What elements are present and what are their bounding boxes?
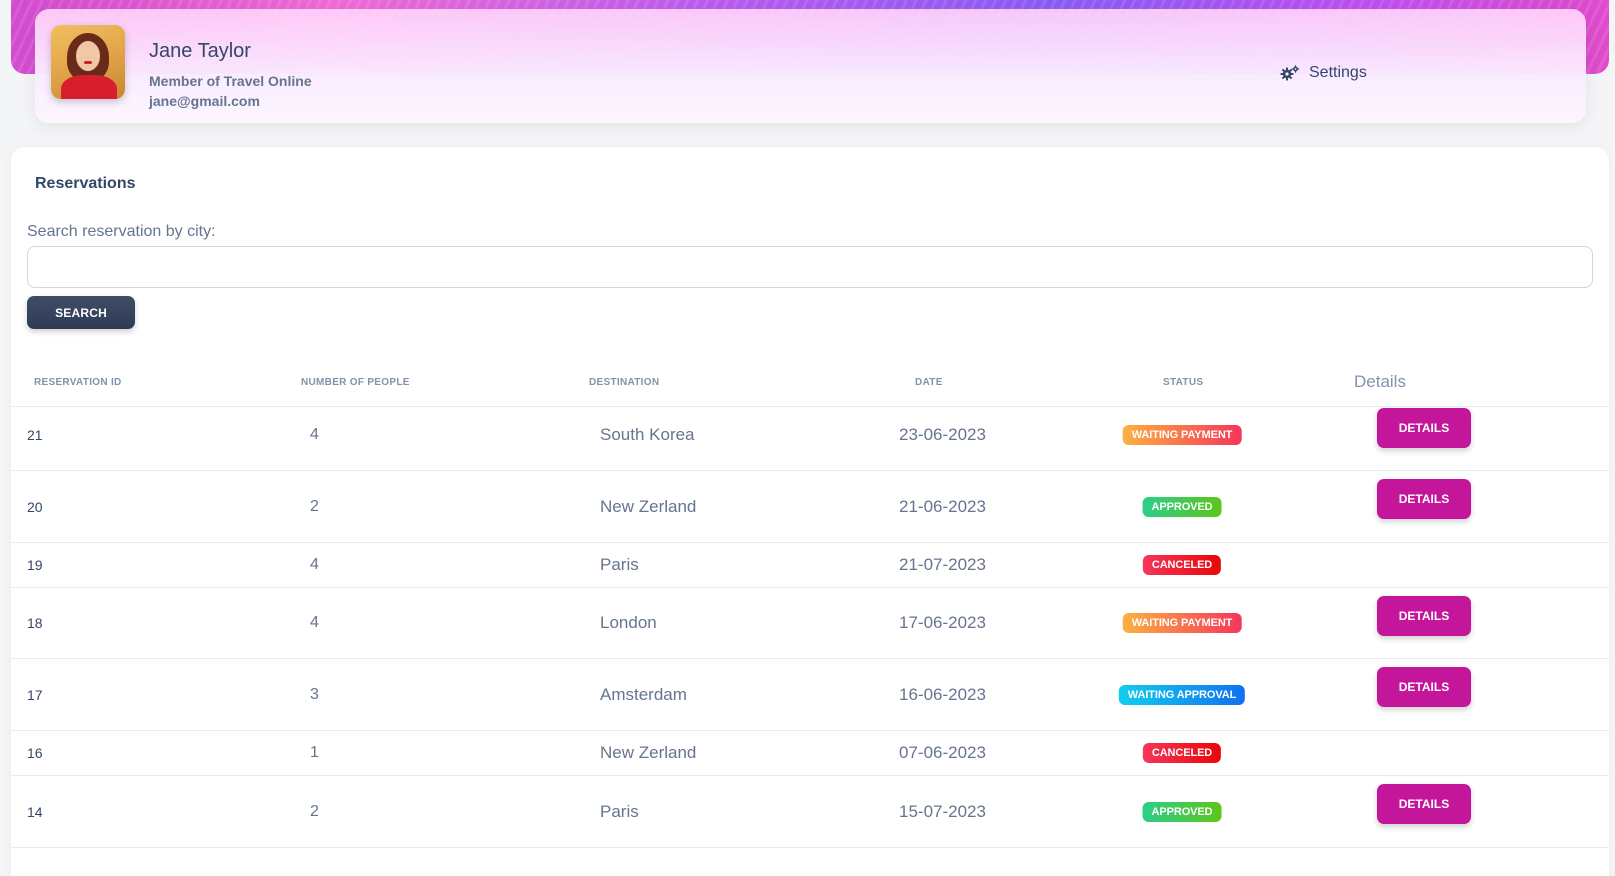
status-cell: APPROVED <box>1142 801 1222 822</box>
column-header-status: STATUS <box>1163 377 1204 388</box>
reservation-id: 21 <box>27 427 43 443</box>
settings-link[interactable]: Settings <box>1280 61 1367 85</box>
date: 16-06-2023 <box>899 684 986 704</box>
status-badge: WAITING APPROVAL <box>1118 684 1246 705</box>
status-badge: APPROVED <box>1142 496 1222 517</box>
number-of-people: 4 <box>310 556 319 573</box>
details-button[interactable]: DETAILS <box>1377 784 1471 824</box>
table-row: 16 1 New Zerland 07-06-2023 CANCELED <box>11 731 1609 776</box>
destination: Paris <box>600 555 639 574</box>
profile-email: jane@gmail.com <box>149 93 260 109</box>
page: Jane Taylor Member of Travel Online jane… <box>0 0 1615 876</box>
details-button[interactable]: DETAILS <box>1377 667 1471 707</box>
column-header-reservation-id: RESERVATION ID <box>34 377 122 388</box>
destination: New Zerland <box>600 496 697 516</box>
status-badge: WAITING PAYMENT <box>1122 425 1242 445</box>
destination: South Korea <box>600 425 695 444</box>
number-of-people: 4 <box>310 426 319 443</box>
column-header-number-of-people: NUMBER OF PEOPLE <box>301 377 410 388</box>
profile-name: Jane Taylor <box>149 40 251 62</box>
details-cell: DETAILS <box>1377 479 1471 519</box>
date: 07-06-2023 <box>899 743 986 762</box>
search-label: Search reservation by city: <box>27 223 216 240</box>
number-of-people: 2 <box>310 802 319 820</box>
details-button[interactable]: DETAILS <box>1377 479 1471 519</box>
number-of-people: 4 <box>310 614 319 631</box>
number-of-people: 3 <box>310 685 319 703</box>
destination: Paris <box>600 801 639 821</box>
number-of-people: 2 <box>310 497 319 515</box>
table-row: 21 4 South Korea 23-06-2023 WAITING PAYMENT D… <box>11 400 1609 471</box>
reservation-id: 14 <box>27 803 43 820</box>
details-cell: DETAILS <box>1377 408 1471 448</box>
destination: London <box>600 613 657 632</box>
details-button[interactable]: DETAILS <box>1377 408 1471 448</box>
table-row: 17 3 Amsterdam 16-06-2023 WAITING APPROVAL DE… <box>11 659 1609 731</box>
search-button[interactable]: SEARCH <box>27 296 135 329</box>
table-row: 19 4 Paris 21-07-2023 CANCELED <box>11 543 1609 588</box>
date: 17-06-2023 <box>899 613 986 632</box>
column-header-date: DATE <box>915 377 943 388</box>
status-badge: CANCELED <box>1142 555 1222 575</box>
settings-label: Settings <box>1309 64 1367 81</box>
number-of-people: 1 <box>310 744 319 761</box>
date: 15-07-2023 <box>899 801 986 821</box>
reservation-id: 18 <box>27 615 43 631</box>
status-cell: WAITING APPROVAL <box>1118 684 1246 705</box>
status-badge: CANCELED <box>1142 743 1222 763</box>
date: 23-06-2023 <box>899 425 986 444</box>
status-badge: APPROVED <box>1142 801 1222 822</box>
status-badge: WAITING PAYMENT <box>1122 613 1242 633</box>
column-header-destination: DESTINATION <box>589 377 660 388</box>
details-cell: DETAILS <box>1377 667 1471 707</box>
table-row: 14 2 Paris 15-07-2023 APPROVED DETAILS <box>11 776 1609 848</box>
details-button[interactable]: DETAILS <box>1377 596 1471 636</box>
status-cell: WAITING PAYMENT <box>1122 425 1242 445</box>
reservation-id: 16 <box>27 745 43 761</box>
destination: New Zerland <box>600 743 697 762</box>
profile-card: Jane Taylor Member of Travel Online jane… <box>35 9 1586 123</box>
status-cell: CANCELED <box>1142 743 1222 763</box>
status-cell: APPROVED <box>1142 496 1222 517</box>
destination: Amsterdam <box>600 684 687 704</box>
date: 21-06-2023 <box>899 496 986 516</box>
search-input[interactable] <box>27 246 1593 288</box>
status-cell: WAITING PAYMENT <box>1122 613 1242 633</box>
date: 21-07-2023 <box>899 555 986 574</box>
details-cell: DETAILS <box>1377 784 1471 824</box>
profile-role: Member of Travel Online <box>149 73 312 89</box>
avatar <box>51 25 125 99</box>
column-header-details: Details <box>1354 372 1406 391</box>
reservations-title: Reservations <box>35 175 136 192</box>
reservation-id: 17 <box>27 686 43 703</box>
reservations-card: Reservations Search reservation by city:… <box>11 147 1609 876</box>
status-cell: CANCELED <box>1142 555 1222 575</box>
details-cell: DETAILS <box>1377 596 1471 636</box>
table-row: 20 2 New Zerland 21-06-2023 APPROVED DETAILS <box>11 471 1609 543</box>
gears-icon <box>1280 65 1300 81</box>
reservation-id: 19 <box>27 557 43 573</box>
table-row: 18 4 London 17-06-2023 WAITING PAYMENT DETAIL… <box>11 588 1609 659</box>
reservation-id: 20 <box>27 498 43 515</box>
